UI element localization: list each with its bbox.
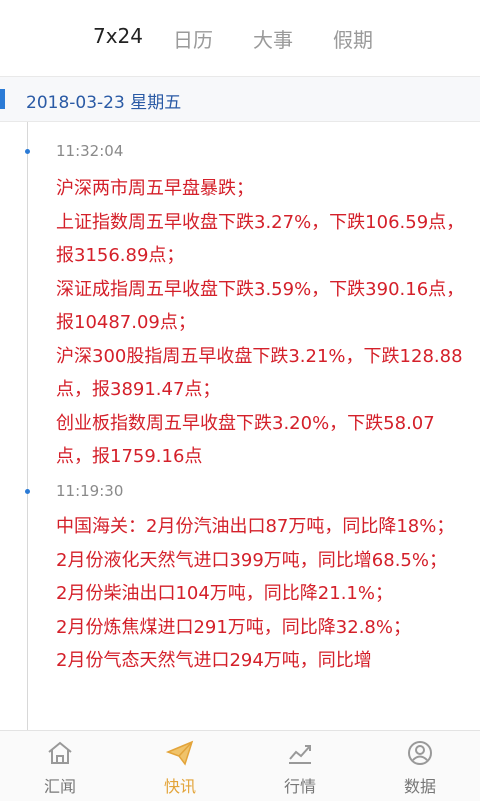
tab-7x24[interactable]: 7x24 bbox=[93, 24, 143, 48]
tab-holidays[interactable]: 假期 bbox=[333, 24, 373, 53]
news-line: 2月份气态天然气进口294万吨，同比增 bbox=[56, 650, 372, 671]
nav-item-data[interactable]: 数据 bbox=[360, 731, 480, 801]
nav-label: 行情 bbox=[283, 777, 316, 796]
news-line: 创业板指数周五早收盘下跌3.20%，下跌58.07点，报1759.16点 bbox=[56, 412, 435, 468]
news-item[interactable]: 中国海关：2月份汽油出口87万吨，同比降18%； 2月份液化天然气进口399万吨… bbox=[56, 510, 466, 730]
nav-label: 汇闻 bbox=[43, 777, 76, 796]
nav-label: 快讯 bbox=[163, 777, 196, 796]
news-line: 上证指数周五早收盘下跌3.27%，下跌106.59点，报3156.89点； bbox=[56, 211, 465, 267]
date-header: 2018-03-23 星期五 bbox=[0, 76, 480, 122]
nav-item-market[interactable]: 行情 bbox=[240, 731, 360, 801]
news-line: 中国海关：2月份汽油出口87万吨，同比降18%； bbox=[56, 516, 455, 537]
news-line: 沪深两市周五早盘暴跌； bbox=[56, 178, 254, 199]
tab-events[interactable]: 大事 bbox=[253, 24, 293, 53]
trend-chart-icon bbox=[289, 745, 311, 764]
nav-label: 数据 bbox=[403, 777, 436, 796]
news-line: 深证成指周五早收盘下跌3.59%，下跌390.16点，报10487.09点； bbox=[56, 278, 465, 334]
news-time: 11:19:30 bbox=[56, 482, 124, 500]
timeline-line bbox=[27, 122, 28, 730]
news-line: 2月份液化天然气进口399万吨，同比增68.5%； bbox=[56, 549, 447, 571]
news-time: 11:32:04 bbox=[56, 142, 124, 160]
date-accent-bar bbox=[0, 89, 5, 109]
tab-calendar[interactable]: 日历 bbox=[173, 24, 213, 53]
nav-item-flash[interactable]: 快讯 bbox=[120, 731, 240, 801]
news-line: 2月份炼焦煤进口291万吨，同比降32.8%； bbox=[56, 616, 411, 638]
paper-plane-icon bbox=[166, 740, 194, 766]
news-line: 沪深300股指周五早收盘下跌3.21%，下跌128.88点，报3891.47点； bbox=[56, 345, 463, 401]
news-line: 2月份柴油出口104万吨，同比降21.1%； bbox=[56, 583, 393, 604]
home-icon bbox=[48, 741, 72, 764]
nav-item-news[interactable]: 汇闻 bbox=[0, 731, 120, 801]
news-item[interactable]: 沪深两市周五早盘暴跌； 上证指数周五早收盘下跌3.27%，下跌106.59点，报… bbox=[56, 172, 466, 474]
timeline-dot bbox=[25, 149, 30, 154]
top-tab-bar: 7x24 日历 大事 假期 bbox=[0, 0, 480, 76]
user-circle-icon bbox=[408, 741, 432, 765]
date-label: 2018-03-23 星期五 bbox=[26, 93, 182, 113]
timeline-dot bbox=[25, 489, 30, 494]
bottom-nav: 汇闻 快讯 行情 数据 bbox=[0, 730, 480, 801]
